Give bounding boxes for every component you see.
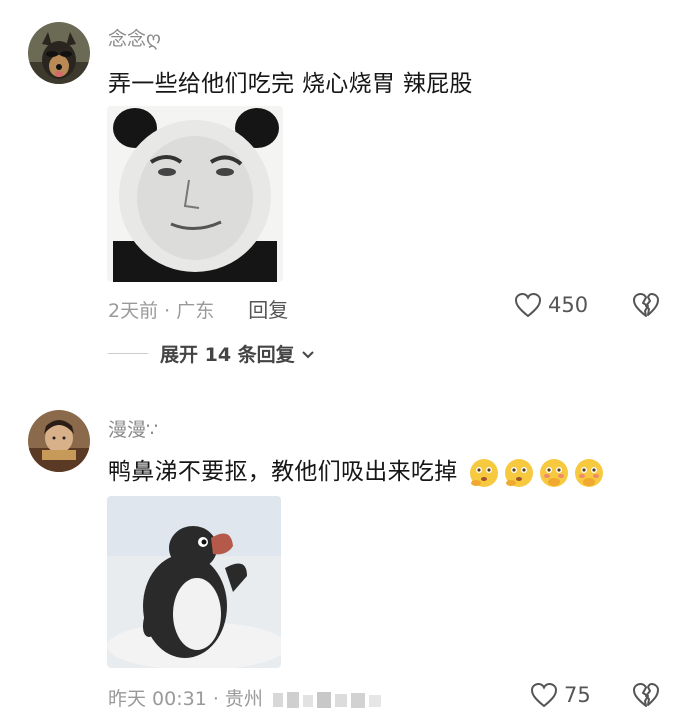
location: 贵州 [224,688,263,710]
comment-meta: 昨天 00:31 · 贵州 [108,684,399,711]
sticker-panda-meme[interactable] [107,106,283,282]
like-button[interactable]: 450 [514,292,588,318]
expand-divider-line [108,353,148,354]
comment-text: 弄一些给他们吃完 烧心烧胃 辣屁股 [108,71,473,97]
heart-outline-icon [514,292,542,318]
avatar-user[interactable] [28,410,90,472]
comment-2: 漫漫∵ 鸭鼻涕不要抠，教他们吸出来吃掉 昨天 00:31 · 贵州 75 [0,380,690,718]
hand-over-mouth-face-icon [575,458,604,487]
blurred-watermark [269,689,399,711]
expand-replies-button[interactable]: 展开 14 条回复 [108,340,317,367]
broken-heart-icon [633,293,659,317]
sticker-pingu[interactable] [107,496,281,668]
comment-text-content: 鸭鼻涕不要抠，教他们吸出来吃掉 [108,459,458,485]
reply-button[interactable]: 回复 [248,298,288,322]
timestamp: 昨天 00:31 [108,688,207,710]
dislike-button[interactable] [632,292,660,322]
like-count: 75 [564,683,591,707]
comment-1: 念念ღ 弄一些给他们吃完 烧心烧胃 辣屁股 2天前 · 广东 回复 450 展开… [0,0,690,380]
comment-text: 鸭鼻涕不要抠，教他们吸出来吃掉 [108,452,605,489]
like-button[interactable]: 75 [530,682,591,708]
like-count: 450 [548,293,589,317]
avatar-dog[interactable] [28,22,90,84]
heart-outline-icon [530,682,558,708]
username[interactable]: 念念ღ [108,24,161,51]
expand-replies-label: 展开 14 条回复 [160,344,295,366]
chevron-down-icon [301,350,314,358]
timestamp: 2天前 [108,300,159,322]
comment-meta: 2天前 · 广东 回复 [108,298,289,322]
dislike-button[interactable] [632,682,660,712]
location: 广东 [176,300,215,322]
thinking-face-icon [505,458,534,487]
username[interactable]: 漫漫∵ [108,415,158,442]
thinking-face-icon [470,458,499,487]
hand-over-mouth-face-icon [540,458,569,487]
broken-heart-icon [633,683,659,707]
